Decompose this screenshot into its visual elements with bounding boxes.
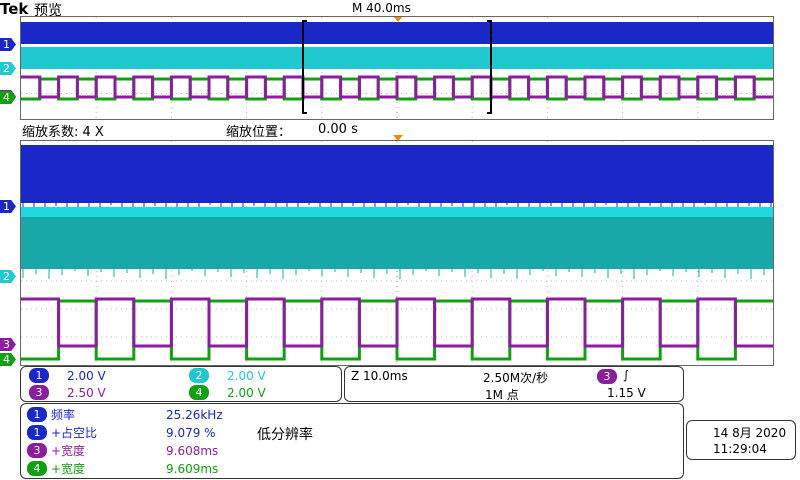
meas4-value: 9.609ms [166, 461, 219, 476]
ch4-scale-value: 2.00 V [227, 385, 266, 400]
ch1-scale-value: 2.00 V [67, 368, 106, 383]
meas4-channel-badge: 4 [27, 461, 47, 476]
sample-rate-readout: 2.50M次/秒 [483, 371, 549, 385]
zoom-position-value: 0.00 s [318, 122, 358, 137]
overview-ch1-trace [21, 22, 773, 44]
zoom-pulse-traces [21, 297, 773, 361]
resolution-note: 低分辨率 [257, 427, 313, 443]
overview-waveform-svg [21, 17, 773, 119]
overview-pulse-traces [21, 75, 773, 101]
ch2-scale-value: 2.00 V [227, 368, 266, 383]
record-length-readout: 1M 点 [485, 388, 519, 402]
meas2-value: 9.079 % [166, 425, 216, 440]
ch3-scale[interactable]: 3 2.50 V [29, 385, 106, 400]
channel-scale-panel[interactable]: 1 2.00 V 2 2.00 V 3 2.50 V 4 2.00 V [20, 366, 342, 402]
zoom-ch1-trace [21, 145, 773, 203]
main-timebase-readout: M 40.0ms [352, 1, 411, 15]
acquisition-panel[interactable]: Z 10.0ms 2.50M次/秒 1M 点 3 ∫ 1.15 V [344, 366, 684, 402]
measurement-row[interactable]: 1 频率 25.26kHz [27, 406, 223, 423]
meas2-channel-badge: 1 [27, 425, 47, 440]
measurement-row[interactable]: 3 +宽度 9.608ms [27, 442, 218, 459]
meas1-channel-badge: 1 [27, 407, 47, 422]
trigger-slope-icon: ∫ [623, 368, 630, 382]
overview-ch1-marker[interactable]: 1 [0, 38, 16, 51]
measurements-panel[interactable]: 1 频率 25.26kHz 1 +占空比 9.079 % 3 +宽度 9.608… [20, 403, 684, 479]
ch2-scale[interactable]: 2 2.00 V [189, 368, 266, 383]
meas2-name: +占空比 [51, 426, 98, 440]
overview-waveform-display[interactable] [20, 16, 774, 120]
meas3-name: +宽度 [51, 444, 86, 458]
date-readout: 14 8月 2020 [713, 426, 787, 440]
measurement-row[interactable]: 1 +占空比 9.079 % [27, 424, 216, 441]
zoom-ch3-marker[interactable]: 3 [0, 338, 16, 351]
meas1-value: 25.26kHz [166, 407, 223, 422]
zoom-ch3-pulse [21, 297, 773, 348]
zoom-waveform-display[interactable] [20, 140, 774, 366]
time-readout: 11:29:04 [713, 442, 767, 456]
overview-ch2-marker[interactable]: 2 [0, 62, 16, 75]
meas1-name: 频率 [51, 408, 76, 422]
ch4-badge: 4 [189, 385, 209, 400]
trigger-level-readout: 1.15 V [607, 386, 646, 400]
trigger-source-badge: 3 [597, 369, 617, 384]
zoom-ch2-trace [21, 217, 773, 269]
zoom-ch4-marker[interactable]: 4 [0, 353, 16, 366]
overview-ch3-pulse [21, 75, 773, 99]
ch1-scale[interactable]: 1 2.00 V [29, 368, 106, 383]
zoom-waveform-svg [21, 141, 773, 365]
zoom-position-label: 缩放位置： [226, 125, 292, 140]
overview-ch4-marker[interactable]: 4 [0, 91, 16, 104]
zoom-timebase-readout: Z 10.0ms [351, 369, 408, 383]
measurement-row[interactable]: 4 +宽度 9.609ms [27, 460, 218, 477]
ch2-badge: 2 [189, 368, 209, 383]
zoom-ch2-marker[interactable]: 2 [0, 270, 16, 283]
zoom-ch1-marker[interactable]: 1 [0, 200, 16, 213]
ch4-scale[interactable]: 4 2.00 V [189, 385, 266, 400]
ch1-badge: 1 [29, 368, 49, 383]
datetime-panel[interactable]: 14 8月 2020 11:29:04 [686, 420, 796, 460]
ch3-scale-value: 2.50 V [67, 385, 106, 400]
meas3-channel-badge: 3 [27, 443, 47, 458]
zoom-factor-label: 缩放系数: 4 X [22, 125, 104, 140]
zoom-ch2-spike [22, 269, 765, 279]
ch3-badge: 3 [29, 385, 49, 400]
meas4-name: +宽度 [51, 462, 86, 476]
zoom-ch2-noise [22, 269, 765, 279]
zoom-ch2-top-band [21, 207, 773, 217]
overview-ch2-trace [21, 47, 773, 69]
meas3-value: 9.608ms [166, 443, 219, 458]
